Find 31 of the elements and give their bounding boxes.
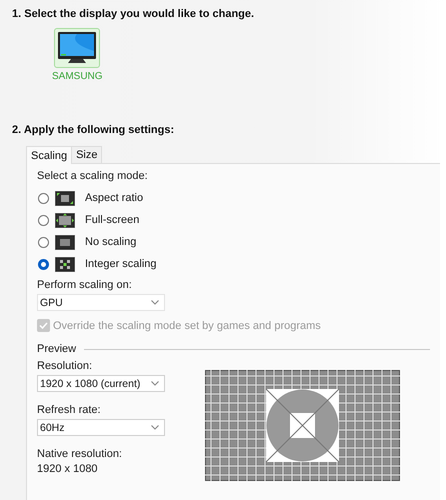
chevron-icon (151, 300, 159, 305)
section-label: Select a scaling mode: (37, 170, 149, 182)
radio-button[interactable] (38, 258, 49, 270)
field-label: Refresh rate: (37, 404, 102, 416)
group-title: Preview (37, 343, 76, 355)
scaling-mode-icon (55, 190, 75, 206)
radio-label: Integer scaling (85, 258, 157, 270)
scaling-mode-icon (55, 212, 75, 228)
refresh-rate-dropdown[interactable]: 60Hz (37, 419, 165, 436)
chevron-icon (151, 381, 159, 386)
step-heading: 2. Apply the following settings: (12, 124, 176, 136)
field-label: Resolution: (37, 360, 94, 372)
monitor-icon (57, 31, 98, 65)
scaling-mode-icon (55, 234, 75, 250)
radio-label: Full-screen (85, 214, 140, 226)
tab[interactable]: Size (71, 146, 102, 163)
step-heading: 1. Select the display you would like to change. (12, 8, 256, 20)
field-label: Perform scaling on: (37, 279, 133, 291)
checkbox-label: Override the scaling mode set by games and programs (53, 320, 321, 332)
radio-button[interactable] (38, 214, 49, 226)
radio-button[interactable] (38, 236, 49, 248)
tab[interactable]: Scaling (26, 146, 72, 164)
resolution-dropdown[interactable]: 1920 x 1080 (current) (37, 375, 165, 392)
field-label: Native resolution: (37, 448, 123, 460)
chevron-icon (151, 425, 159, 430)
scaling-mode-icon (55, 256, 75, 272)
radio-label: Aspect ratio (85, 192, 144, 204)
scaling-device-dropdown[interactable]: GPU (37, 294, 165, 311)
radio-label: No scaling (85, 236, 136, 248)
native-resolution-value: 1920 x 1080 (37, 463, 99, 475)
radio-button[interactable] (38, 192, 49, 204)
